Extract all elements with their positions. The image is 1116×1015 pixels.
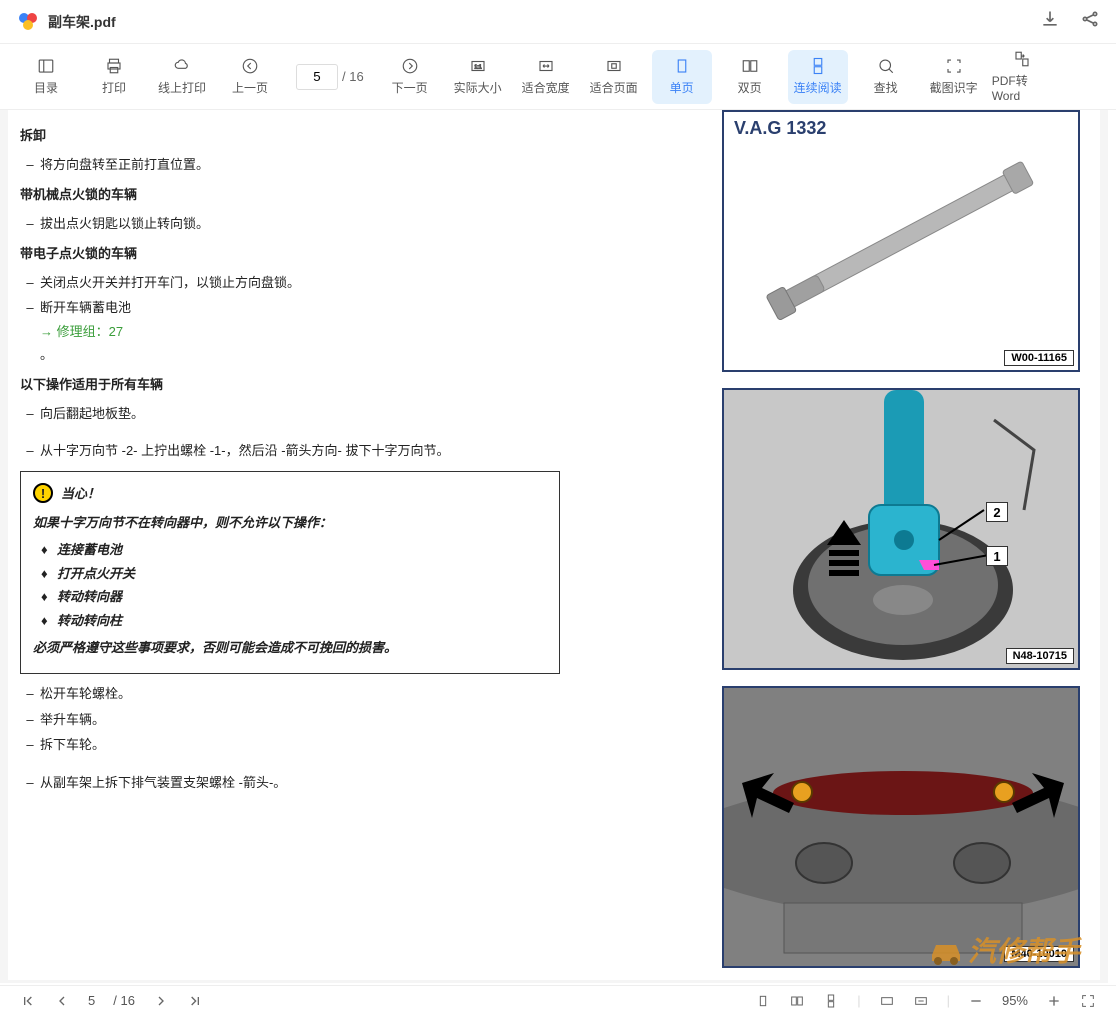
figure-universal-joint: 2 1 N48-10715 [722,388,1080,670]
pdf-page: 拆卸 –将方向盘转至正前打直位置。 带机械点火锁的车辆 –拔出点火钥匙以锁止转向… [8,110,1100,980]
zoom-out-button[interactable] [968,993,984,1009]
toc-button[interactable]: 目录 [16,50,76,104]
universal-joint-icon [724,390,1080,670]
fit-width-button[interactable]: 适合宽度 [516,50,576,104]
sb-fitwidth-icon[interactable] [913,993,929,1009]
fullscreen-button[interactable] [1080,993,1096,1009]
caution-box: !当心！ 如果十字万向节不在转向器中，则不允许以下操作： 连接蓄电池 打开点火开… [20,471,560,675]
heading-all-vehicles: 以下操作适用于所有车辆 [20,373,560,396]
find-button[interactable]: 查找 [856,50,916,104]
figure-torque-wrench: V.A.G 1332 W00-11165 [722,110,1080,372]
page-number-input[interactable] [296,64,338,90]
figure-2-label: N48-10715 [1006,648,1074,664]
continuous-button[interactable]: 连续阅读 [788,50,848,104]
share-icon[interactable] [1080,9,1100,34]
single-page-button[interactable]: 单页 [652,50,712,104]
status-page-sep: / 16 [113,993,135,1008]
page-indicator: / 16 [296,64,364,90]
torque-wrench-icon [741,151,1061,331]
sb-continuous-icon[interactable] [823,993,839,1009]
toolbar: 目录 打印 线上打印 上一页 / 16 下一页 1:1实际大小 适合宽度 适合页… [0,44,1116,110]
zoom-in-button[interactable] [1046,993,1062,1009]
to-word-button[interactable]: PDF转Word [992,50,1052,104]
page-total: / 16 [342,69,364,84]
prev-page-button[interactable]: 上一页 [220,50,280,104]
caution-icon: ! [33,483,53,503]
document-viewport[interactable]: 拆卸 –将方向盘转至正前打直位置。 带机械点火锁的车辆 –拔出点火钥匙以锁止转向… [0,110,1108,983]
first-page-button[interactable] [20,993,36,1009]
download-icon[interactable] [1040,9,1060,34]
subframe-icon [724,688,1080,968]
last-page-button[interactable] [187,993,203,1009]
watermark: 汽修帮手 [928,930,1080,970]
print-button[interactable]: 打印 [84,50,144,104]
status-page: 5 [88,993,95,1008]
next-page-button[interactable]: 下一页 [380,50,440,104]
file-name: 副车架.pdf [48,12,1040,32]
heading-remove: 拆卸 [20,124,560,147]
callout-1: 1 [986,546,1008,566]
watermark-car-icon [928,935,964,965]
fit-page-button[interactable]: 适合页面 [584,50,644,104]
zoom-level: 95% [1002,993,1028,1008]
app-logo-icon [16,10,40,34]
svg-text:1:1: 1:1 [474,64,481,70]
heading-elec-lock: 带电子点火锁的车辆 [20,242,560,265]
actual-size-button[interactable]: 1:1实际大小 [448,50,508,104]
statusbar: 5 / 16 | | 95% [0,985,1116,1015]
sb-actual-icon[interactable] [879,993,895,1009]
next-page-button-sb[interactable] [153,993,169,1009]
figure-exhaust-bracket: M40-10010 [722,686,1080,968]
text-column: 拆卸 –将方向盘转至正前打直位置。 带机械点火锁的车辆 –拔出点火钥匙以锁止转向… [20,124,560,794]
repair-group-link[interactable]: → 修理组：27 [40,324,123,339]
ocr-button[interactable]: 截图识字 [924,50,984,104]
figure-1-label: W00-11165 [1004,350,1074,366]
titlebar: 副车架.pdf [0,0,1116,44]
prev-page-button-sb[interactable] [54,993,70,1009]
heading-mech-lock: 带机械点火锁的车辆 [20,183,560,206]
online-print-button[interactable]: 线上打印 [152,50,212,104]
sb-double-icon[interactable] [789,993,805,1009]
double-page-button[interactable]: 双页 [720,50,780,104]
sb-single-icon[interactable] [755,993,771,1009]
figure-1-title: V.A.G 1332 [734,118,826,139]
callout-2: 2 [986,502,1008,522]
